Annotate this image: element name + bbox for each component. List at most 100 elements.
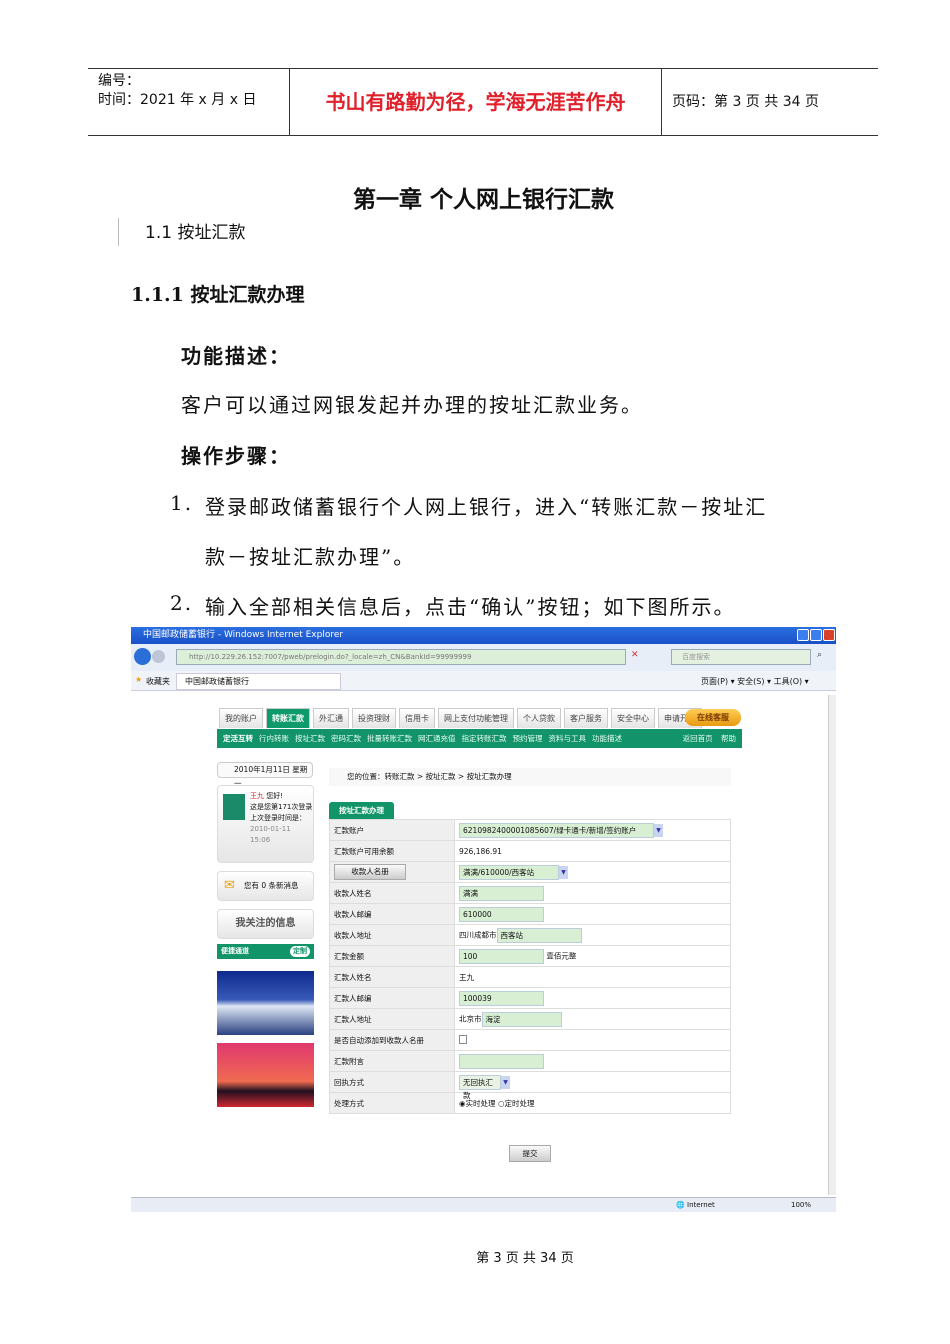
browser-screenshot: 中国邮政储蓄银行 - Windows Internet Explorer htt… <box>131 627 836 1212</box>
banner-image-sunset[interactable] <box>217 1043 314 1107</box>
minimize-icon[interactable] <box>797 629 809 641</box>
payee-address-label: 收款人地址 <box>329 924 455 946</box>
globe-icon: 🌐 <box>676 1201 685 1209</box>
favorites-bar: ★ 收藏夹 中国邮政储蓄银行 页面(P) ▾ 安全(S) ▾ 工具(O) ▾ <box>131 671 836 691</box>
online-service-button[interactable]: 在线客服 <box>685 709 741 726</box>
maximize-icon[interactable] <box>810 629 822 641</box>
tab-1[interactable]: 转账汇款 <box>266 708 310 728</box>
search-input[interactable]: 百度搜索 <box>671 649 811 665</box>
func-heading: 功能描述： <box>181 344 291 368</box>
table-row: 汇款附言 <box>329 1050 731 1072</box>
stop-icon[interactable]: ✕ <box>631 650 639 660</box>
last-login-label: 上次登录时间是： <box>250 814 306 822</box>
number-label: 编号： <box>98 73 140 89</box>
chapter-title: 第一章 个人网上银行汇款 <box>352 186 614 213</box>
sender-name-label: 汇款人姓名 <box>329 966 455 988</box>
shortcut-label: 便捷通道 <box>221 947 249 955</box>
messages-button[interactable]: ✉ 您有 0 条新消息 <box>217 871 314 901</box>
sender-address-label: 汇款人地址 <box>329 1008 455 1030</box>
balance-label: 汇款账户可用余额 <box>329 840 455 862</box>
customize-button[interactable]: 定制 <box>290 946 310 957</box>
step-1-text-cont: 款－按址汇款办理”。 <box>205 545 416 569</box>
chevron-down-icon[interactable]: ▼ <box>559 865 568 879</box>
sender-address-prefix: 北京市 <box>459 1014 482 1023</box>
close-icon[interactable] <box>823 629 835 641</box>
step-1-num: 1. <box>170 491 194 515</box>
subnav-item-6[interactable]: 指定转账汇款 <box>462 734 507 743</box>
favorites-button[interactable]: 收藏夹 <box>146 676 170 687</box>
browser-tab[interactable]: 中国邮政储蓄银行 <box>176 673 341 690</box>
account-select[interactable]: 6210982400001085607/绿卡通卡/新增/签约账户 <box>459 822 654 838</box>
address-bar: http://10.229.26.152:7007/pweb/prelogin.… <box>131 644 836 671</box>
followed-info-button[interactable]: 我关注的信息 <box>217 909 314 939</box>
help-link[interactable]: 帮助 <box>721 734 736 743</box>
home-link[interactable]: 返回首页 <box>683 734 713 743</box>
payee-book-button[interactable]: 收款人名册 <box>334 864 406 880</box>
payee-address-input[interactable]: 西客站 <box>496 927 582 943</box>
star-icon: ★ <box>135 675 143 684</box>
envelope-icon: ✉ <box>224 878 235 893</box>
back-icon[interactable] <box>134 648 151 665</box>
search-icon[interactable]: ⌕ <box>817 650 822 660</box>
tab-0[interactable]: 我的账户 <box>219 708 263 728</box>
page-content: 我的账户 转账汇款 外汇通 投资理财 信用卡 网上支付功能管理 个人贷款 客户服务 安全中心 申请… <box>131 691 836 1197</box>
chevron-down-icon[interactable]: ▼ <box>654 823 663 837</box>
table-row: 收款人名册 满满/610000/西客站 ▼ <box>329 861 731 883</box>
url-input[interactable]: http://10.229.26.152:7007/pweb/prelogin.… <box>176 649 626 665</box>
header-motto: 书山有路勤为径，学海无涯苦作舟 <box>289 69 662 136</box>
chevron-down-icon[interactable]: ▼ <box>501 1075 510 1089</box>
tab-3[interactable]: 投资理财 <box>352 708 396 728</box>
receipt-label: 回执方式 <box>329 1071 455 1093</box>
realtime-label: 实时处理 <box>465 1098 496 1108</box>
amount-label: 汇款金额 <box>329 945 455 967</box>
table-row: 处理方式 ◉实时处理 ○定时处理 <box>329 1092 731 1114</box>
amount-input[interactable]: 100 <box>459 948 544 964</box>
section-title: 1.1.1 按址汇款办理 <box>131 284 305 306</box>
forward-icon[interactable] <box>152 650 165 663</box>
balance-value: 926,186.91 <box>454 840 731 862</box>
subnav-item-4[interactable]: 批量转账汇款 <box>367 734 412 743</box>
subnav-item-2[interactable]: 按址汇款 <box>295 734 325 743</box>
banner-image-sky[interactable] <box>217 971 314 1035</box>
payee-name-input[interactable]: 满满 <box>459 885 544 901</box>
tab-8[interactable]: 安全中心 <box>611 708 655 728</box>
tab-2[interactable]: 外汇通 <box>313 708 349 728</box>
home-help-links: 返回首页 帮助 <box>677 729 736 748</box>
tab-7[interactable]: 客户服务 <box>564 708 608 728</box>
table-row: 汇款账户可用余额 926,186.91 <box>329 840 731 862</box>
func-text: 客户可以通过网银发起并办理的按址汇款业务。 <box>181 393 643 417</box>
table-row: 收款人地址 四川成都市 西客站 <box>329 924 731 946</box>
scrollbar[interactable] <box>828 695 836 1195</box>
subnav-item-0[interactable]: 定活互转 <box>223 734 253 743</box>
payee-book-select[interactable]: 满满/610000/西客站 <box>459 864 559 880</box>
sender-zip-label: 汇款人邮编 <box>329 987 455 1009</box>
payee-zip-input[interactable]: 610000 <box>459 906 544 922</box>
sender-zip-input[interactable]: 100039 <box>459 990 544 1006</box>
subnav-item-3[interactable]: 密码汇款 <box>331 734 361 743</box>
subnav-item-9[interactable]: 功能描述 <box>592 734 622 743</box>
auto-add-checkbox[interactable] <box>459 1034 467 1044</box>
receipt-select[interactable]: 无回执汇款 <box>459 1074 501 1100</box>
command-bar[interactable]: 页面(P) ▾ 安全(S) ▾ 工具(O) ▾ <box>701 676 809 687</box>
amount-words: 壹佰元整 <box>546 951 577 960</box>
subnav-item-1[interactable]: 行内转账 <box>259 734 289 743</box>
sender-name-value: 王九 <box>454 966 731 988</box>
tab-4[interactable]: 信用卡 <box>399 708 435 728</box>
form-tab: 按址汇款办理 <box>329 802 394 819</box>
note-input[interactable] <box>459 1053 544 1069</box>
submit-button[interactable]: 提交 <box>509 1145 551 1162</box>
sender-address-input[interactable]: 海淀 <box>481 1011 562 1027</box>
table-row: 汇款人姓名 王九 <box>329 966 731 988</box>
zoom-level[interactable]: 100% <box>791 1198 811 1212</box>
step-2-num: 2. <box>170 591 194 615</box>
step-2-text: 输入全部相关信息后，点击“确认”按钮；如下图所示。 <box>205 595 736 619</box>
last-login-time: 2010-01-11 15:06 <box>250 825 291 844</box>
user-name: 王九 <box>250 792 264 800</box>
tab-6[interactable]: 个人贷款 <box>517 708 561 728</box>
subnav-item-8[interactable]: 资料与工具 <box>549 734 587 743</box>
subnav-item-7[interactable]: 预约管理 <box>513 734 543 743</box>
tab-5[interactable]: 网上支付功能管理 <box>438 708 514 728</box>
subnav-item-5[interactable]: 网汇通充值 <box>418 734 456 743</box>
user-panel: 王九 您好! 这是您第171次登录 上次登录时间是： 2010-01-11 15… <box>217 785 314 863</box>
table-row: 汇款账户 6210982400001085607/绿卡通卡/新增/签约账户 ▼ <box>329 819 731 841</box>
